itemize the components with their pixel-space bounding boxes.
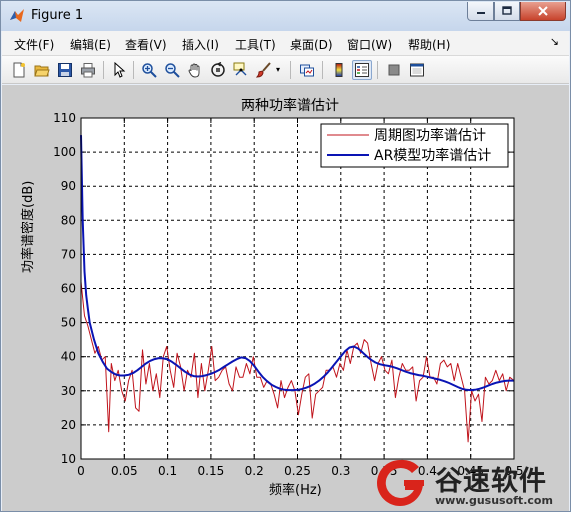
y-tick-label: 60 — [61, 282, 76, 296]
chart-title: 两种功率谱估计 — [241, 98, 339, 114]
y-tick-label: 100 — [53, 145, 76, 159]
y-tick-label: 90 — [61, 179, 76, 193]
legend-label-periodogram: 周期图功率谱估计 — [374, 127, 486, 144]
x-tick-label: 0.25 — [284, 464, 311, 478]
x-tick-label: 0.3 — [331, 464, 350, 478]
y-tick-label: 20 — [61, 418, 76, 432]
x-tick-label: 0 — [77, 464, 85, 478]
x-tick-label: 0.2 — [245, 464, 264, 478]
watermark: 谷速软件 www.gususoft.com — [369, 457, 569, 509]
gusu-logo-icon — [377, 459, 424, 506]
y-tick-label: 30 — [61, 384, 76, 398]
y-tick-label: 40 — [61, 350, 76, 364]
legend-label-ar-model: AR模型功率谱估计 — [374, 147, 491, 164]
x-tick-label: 0.15 — [198, 464, 225, 478]
y-tick-label: 110 — [53, 111, 76, 125]
x-axis-label: 频率(Hz) — [269, 483, 322, 498]
y-tick-label: 80 — [61, 213, 76, 227]
watermark-url: www.gususoft.com — [435, 494, 553, 507]
legend[interactable]: 周期图功率谱估计 AR模型功率谱估计 — [320, 123, 509, 168]
figure-window: Figure 1 文件(F) 编辑(E) 查看(V) 插入(I) 工具(T) 桌… — [0, 0, 571, 512]
y-tick-label: 70 — [61, 247, 76, 261]
x-tick-label: 0.05 — [111, 464, 138, 478]
y-tick-label: 50 — [61, 316, 76, 330]
y-axis-label: 功率谱密度(dB) — [21, 180, 36, 273]
psd-chart[interactable]: 00.050.10.150.20.250.30.350.40.450.51020… — [1, 1, 571, 512]
y-tick-label: 10 — [61, 452, 76, 466]
x-tick-label: 0.1 — [158, 464, 177, 478]
watermark-brand: 谷速软件 — [435, 466, 547, 497]
